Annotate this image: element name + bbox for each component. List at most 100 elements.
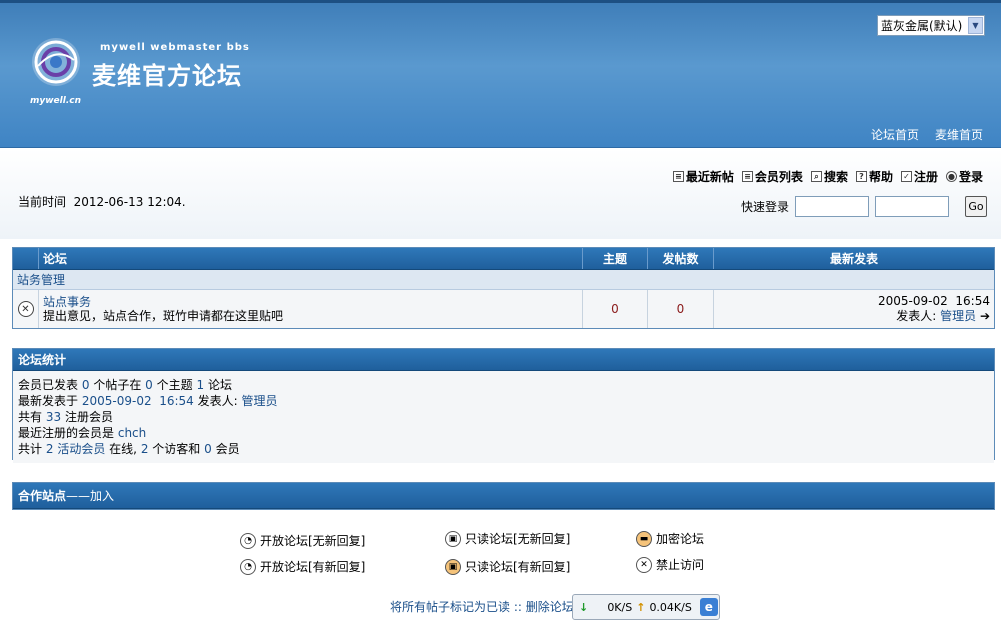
member-list-link[interactable]: ≡ 会员列表 xyxy=(741,168,803,185)
upload-arrow-icon: ↑ xyxy=(636,600,646,614)
search-link[interactable]: ⌕ 搜索 xyxy=(810,168,848,185)
download-speed: 0K/S xyxy=(607,600,633,614)
stats-title: 论坛统计 xyxy=(18,353,67,367)
header-last-post: 最新发表 xyxy=(829,252,878,266)
stats-online-members-count: 0 xyxy=(204,442,212,456)
stats-guests-count: 2 xyxy=(140,442,149,456)
logo-chinese-text: 麦维官方论坛 xyxy=(92,62,242,90)
login-link[interactable]: ● 登录 xyxy=(945,168,983,185)
delete-cookies-link[interactable]: 删除论坛 xyxy=(526,600,574,614)
go-button[interactable]: Go xyxy=(965,196,987,217)
mywell-home-link[interactable]: 麦维首页 xyxy=(935,126,983,143)
partner-sites: 合作站点 ——加入 xyxy=(12,482,995,510)
download-arrow-icon: ↓ xyxy=(579,600,589,614)
current-time-label: 当前时间 xyxy=(18,195,67,209)
list-icon: ≡ xyxy=(741,171,753,182)
help-link[interactable]: ? 帮助 xyxy=(855,168,893,185)
stats-text: 会员 xyxy=(215,442,240,456)
stats-text: 最近注册的会员是 xyxy=(18,426,115,440)
skin-select[interactable]: 蓝灰金属(默认) ▼ xyxy=(877,15,985,36)
forum-row: ✕ 站点事务 提出意见，站点合作，斑竹申请都在这里贴吧 0 0 2005-09-… xyxy=(13,290,994,328)
header-links: 论坛首页 麦维首页 xyxy=(871,126,983,143)
forum-status-cell: ✕ xyxy=(13,290,39,328)
last-post-date: 2005-09-02 xyxy=(878,294,948,308)
forum-name-link[interactable]: 站点事务 xyxy=(43,295,91,309)
stats-text: 共计 xyxy=(18,442,43,456)
legend-label: 加密论坛 xyxy=(656,532,705,546)
stats-line-latest: 最新发表于 2005-09-02 16:54 发表人: 管理员 xyxy=(18,393,989,409)
site-header: 蓝灰金属(默认) ▼ mywell webmaster bbs 麦维官方论坛 m… xyxy=(0,0,1001,148)
username-field[interactable] xyxy=(795,196,869,217)
category-link[interactable]: 站务管理 xyxy=(17,271,65,288)
check-icon: ✓ xyxy=(900,171,912,182)
stats-text: 论坛 xyxy=(207,378,232,392)
legend-item: ▣ 只读论坛[有新回复] xyxy=(445,558,570,575)
header-top-line xyxy=(0,0,1001,3)
forum-stats: 论坛统计 会员已发表 0 个帖子在 0 个主题 1 论坛 最新发表于 2005-… xyxy=(12,348,995,463)
footer-links: 将所有帖子标记为已读 :: 删除论坛 xyxy=(390,598,574,615)
stats-active-count: 2 xyxy=(45,442,54,456)
current-time-value: 2012-06-13 12:04. xyxy=(73,195,186,209)
partner-title: 合作站点 xyxy=(18,489,67,503)
last-post-poster-line: 发表人: 管理员 ➔ xyxy=(896,309,990,324)
open-forum-icon: ◔ xyxy=(240,532,256,549)
stats-header: 论坛统计 xyxy=(13,349,994,371)
header-posts: 发帖数 xyxy=(648,248,714,269)
stats-poster-link[interactable]: 管理员 xyxy=(242,394,278,408)
forum-posts: 0 xyxy=(648,290,714,328)
partner-join-link[interactable]: ——加入 xyxy=(66,487,114,504)
forbidden-icon: ✕ xyxy=(636,556,652,573)
header-icon-cell xyxy=(13,248,39,269)
stats-member-count: 33 xyxy=(45,410,62,424)
partner-title-wrap: 合作站点 ——加入 xyxy=(18,483,114,508)
password-field[interactable] xyxy=(875,196,949,217)
chevron-down-icon[interactable]: ▼ xyxy=(968,17,983,34)
logo-url-text: mywell.cn xyxy=(30,96,81,106)
list-icon: ≡ xyxy=(672,171,684,182)
stats-latest-time: 16:54 xyxy=(159,394,194,408)
forum-table-header: 论坛 主题 发帖数 最新发表 xyxy=(13,248,994,270)
stats-text: 个访客和 xyxy=(152,442,201,456)
legend-item: ◔ 开放论坛[有新回复] xyxy=(240,558,365,575)
forum-home-link[interactable]: 论坛首页 xyxy=(871,126,919,143)
legend-label: 禁止访问 xyxy=(656,558,705,572)
poster-link[interactable]: 管理员 xyxy=(940,309,976,323)
encrypted-icon: ▬ xyxy=(636,530,652,547)
stats-text: 在线, xyxy=(109,442,137,456)
quick-login-label: 快速登录 xyxy=(740,200,789,214)
stats-text: 会员已发表 xyxy=(18,378,79,392)
legend-label: 只读论坛[无新回复] xyxy=(465,532,571,546)
stats-forums-count: 1 xyxy=(196,378,205,392)
stats-text: 注册会员 xyxy=(64,410,113,424)
stats-topics-count: 0 xyxy=(145,378,153,392)
last-post-time: 16:54 xyxy=(955,294,990,308)
last-post-datetime: 2005-09-02 16:54 xyxy=(878,294,990,309)
stats-line-newest: 最近注册的会员是 chch xyxy=(18,425,989,441)
logo-english-text: mywell webmaster bbs xyxy=(100,42,250,53)
help-label: 帮助 xyxy=(868,170,893,184)
goto-last-post-icon[interactable]: ➔ xyxy=(980,309,990,323)
active-members-link[interactable]: 活动会员 xyxy=(57,442,105,456)
stats-text: 发表人: xyxy=(197,394,238,408)
footer-separator: :: xyxy=(513,600,522,614)
newest-member-link[interactable]: chch xyxy=(118,426,146,440)
search-icon: ⌕ xyxy=(810,171,822,182)
poster-label: 发表人: xyxy=(896,309,937,323)
upload-speed: 0.04K/S xyxy=(649,600,692,614)
quick-login: 快速登录 Go xyxy=(741,196,987,217)
lock-icon: ▣ xyxy=(445,530,461,547)
forum-topics: 0 xyxy=(583,290,648,328)
forum-table: 论坛 主题 发帖数 最新发表 站务管理 ✕ 站点事务 提出意见，站点合作，斑竹申… xyxy=(12,247,995,329)
current-time: 当前时间 2012-06-13 12:04. xyxy=(18,193,186,210)
mark-all-read-link[interactable]: 将所有帖子标记为已读 xyxy=(390,600,510,614)
register-link[interactable]: ✓ 注册 xyxy=(900,168,938,185)
logo-icon xyxy=(32,38,80,86)
help-icon: ? xyxy=(855,171,867,182)
browser-icon[interactable]: e xyxy=(699,598,718,616)
network-speed-bar: ↓ 0K/S ↑ 0.04K/S e xyxy=(572,594,720,620)
stats-text: 最新发表于 xyxy=(18,394,79,408)
legend-label: 只读论坛[有新回复] xyxy=(465,560,571,574)
register-label: 注册 xyxy=(913,170,938,184)
recent-posts-link[interactable]: ≡ 最近新帖 xyxy=(672,168,734,185)
legend-label: 开放论坛[无新回复] xyxy=(260,534,366,548)
